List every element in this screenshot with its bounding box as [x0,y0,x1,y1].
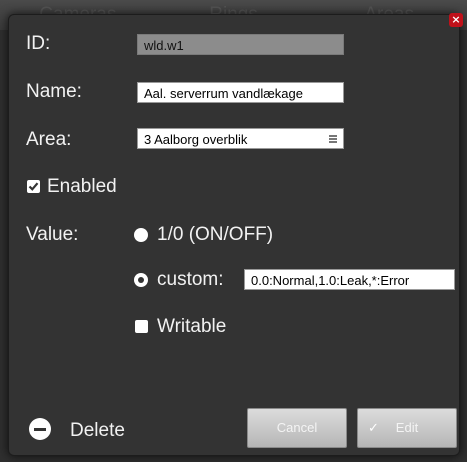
id-label: ID: [26,33,51,54]
value-label: Value: [26,224,79,245]
close-icon[interactable]: × [449,13,463,27]
cancel-button[interactable]: Cancel [247,408,347,448]
delete-label: Delete [70,420,125,441]
writable-label: Writable [157,316,227,337]
check-icon: ✓ [368,420,379,435]
radio-custom[interactable] [134,273,148,287]
radio-custom-label: custom: [157,269,224,290]
menu-icon [329,135,337,143]
edit-button[interactable]: ✓ Edit [357,408,457,448]
edit-button-label: Edit [395,420,419,435]
area-label: Area: [26,129,72,150]
enabled-label: Enabled [47,176,117,197]
radio-onoff-label: 1/0 (ON/OFF) [157,224,274,245]
area-select[interactable]: 3 Aalborg overblik [137,128,344,149]
edit-device-dialog: × ID: wld.w1 Name: Aal. serverrum vandlæ… [8,13,463,456]
cancel-button-label: Cancel [276,420,318,435]
radio-onoff[interactable] [134,228,148,242]
name-field[interactable]: Aal. serverrum vandlækage [137,82,344,103]
id-field: wld.w1 [137,34,344,55]
custom-value-field[interactable]: 0.0:Normal,1.0:Leak,*:Error [244,269,455,290]
minus-circle-icon [29,418,51,440]
checkmark-icon [28,182,39,191]
writable-checkbox[interactable] [135,320,148,333]
name-label: Name: [26,81,82,102]
area-select-value: 3 Aalborg overblik [144,132,248,147]
enabled-checkbox[interactable] [27,180,40,193]
